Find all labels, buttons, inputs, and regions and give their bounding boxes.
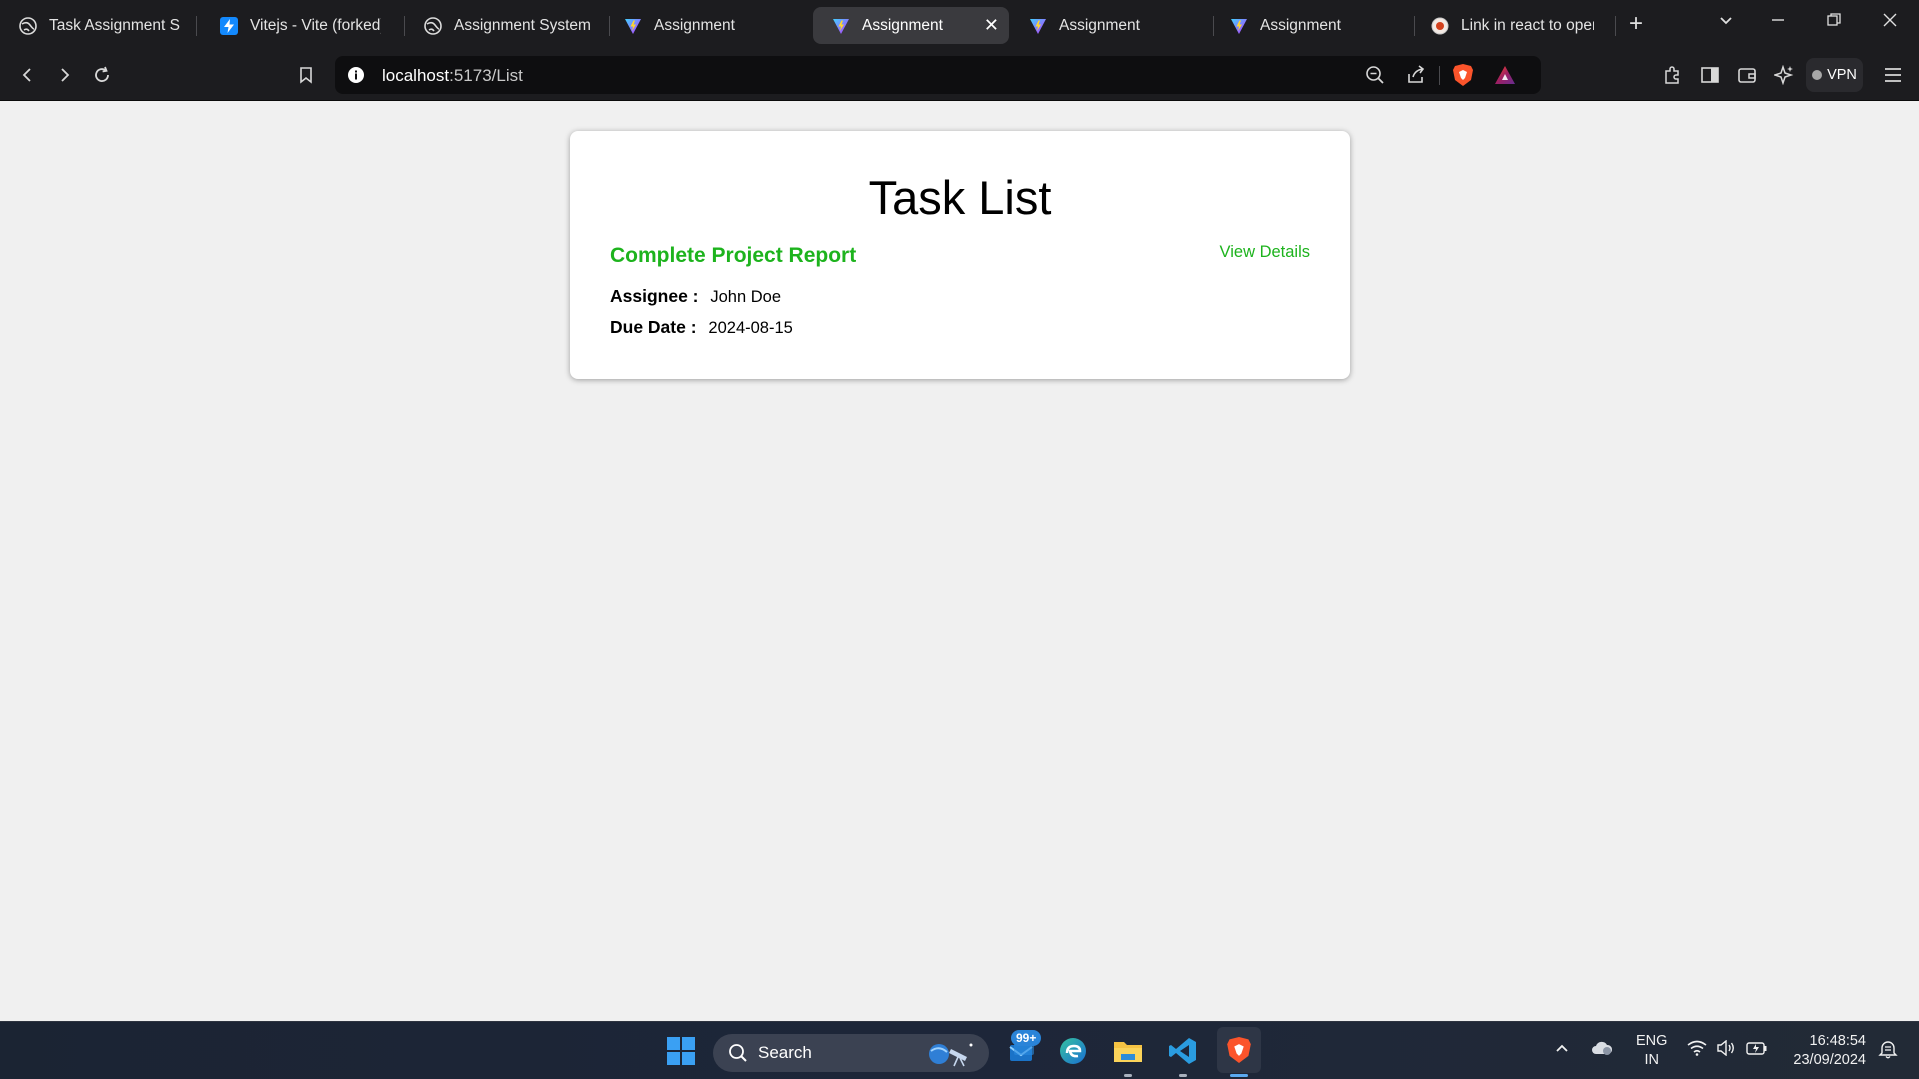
stackblitz-bolt-icon <box>220 16 238 35</box>
vite-icon <box>1029 17 1047 35</box>
tab-assignment-2[interactable]: Assignment <box>1010 7 1205 44</box>
search-highlight-telescope-icon <box>923 1039 979 1072</box>
tab-title: Assignment <box>1260 16 1341 34</box>
toolbar-separator <box>1439 66 1440 85</box>
mail-badge: 99+ <box>1011 1030 1042 1046</box>
due-date-value: 2024-08-15 <box>708 319 793 337</box>
back-button[interactable] <box>15 62 41 88</box>
assignee-row: Assignee : John Doe <box>610 286 781 307</box>
sidebar-icon[interactable] <box>1697 62 1723 88</box>
tab-separator <box>1615 16 1616 36</box>
tab-task-assignment-system[interactable]: Task Assignment Syst <box>0 7 190 44</box>
reload-button[interactable] <box>89 62 115 88</box>
address-bar[interactable]: localhost:5173/List <box>335 56 1541 94</box>
leo-ai-icon[interactable] <box>1771 62 1797 88</box>
language-code: ENG <box>1636 1033 1668 1049</box>
site-info-icon[interactable] <box>347 66 365 89</box>
vscode-open-indicator <box>1179 1074 1187 1077</box>
due-date-label: Due Date : <box>610 317 697 337</box>
globe-icon <box>424 16 442 35</box>
url-host: localhost <box>382 66 450 85</box>
show-hidden-icons-chevron-up-icon[interactable] <box>1554 1040 1570 1060</box>
forward-button[interactable] <box>51 62 77 88</box>
file-explorer-icon[interactable] <box>1108 1031 1148 1071</box>
tab-title: Assignment <box>654 16 735 34</box>
assignee-value: John Doe <box>710 288 782 306</box>
tab-assignment-3[interactable]: Assignment <box>1211 7 1406 44</box>
page-title: Task List <box>868 171 1052 224</box>
new-tab-button[interactable]: + <box>1629 10 1643 38</box>
restore-window-button[interactable] <box>1826 12 1842 33</box>
tab-title: Assignment System <box>454 16 590 34</box>
view-details-link[interactable]: View Details <box>1220 243 1310 262</box>
browser-tab-bar: Task Assignment Syst Vitejs - Vite (fork… <box>0 0 1919 50</box>
onedrive-cloud-icon[interactable] <box>1590 1039 1614 1061</box>
vite-icon <box>832 17 850 35</box>
tab-title: Link in react to open <box>1461 16 1594 34</box>
menu-icon[interactable] <box>1880 62 1906 88</box>
close-tab-icon[interactable]: ✕ <box>974 15 999 36</box>
brave-rewards-icon[interactable] <box>1492 62 1518 88</box>
taskbar-search-box[interactable]: Search <box>713 1034 989 1072</box>
vite-icon <box>1230 17 1248 35</box>
task-list-card: Task List Complete Project Report View D… <box>570 131 1350 379</box>
close-window-button[interactable] <box>1882 12 1898 33</box>
tab-separator <box>196 16 197 36</box>
tab-title: Assignment <box>862 16 943 34</box>
vscode-icon[interactable] <box>1163 1031 1203 1071</box>
tab-link-in-react[interactable]: Link in react to open <box>1412 7 1604 44</box>
edge-browser-icon[interactable] <box>1053 1031 1093 1071</box>
start-windows-icon[interactable] <box>661 1031 701 1071</box>
language-indicator[interactable]: ENG IN <box>1636 1032 1667 1070</box>
clock-time: 16:48:54 <box>1809 1033 1866 1049</box>
share-icon[interactable] <box>1403 62 1429 88</box>
clock-date: 23/09/2024 <box>1793 1052 1866 1068</box>
vpn-button[interactable]: VPN <box>1806 58 1863 92</box>
assignee-label: Assignee : <box>610 286 699 306</box>
url-path: :5173/List <box>449 66 523 85</box>
globe-icon <box>19 16 37 35</box>
notification-bell-icon[interactable] <box>1878 1039 1898 1063</box>
minimize-window-button[interactable] <box>1770 12 1786 33</box>
volume-icon[interactable] <box>1716 1039 1736 1060</box>
zoom-icon[interactable] <box>1362 62 1388 88</box>
wallet-icon[interactable] <box>1734 62 1760 88</box>
task-title: Complete Project Report <box>610 244 857 267</box>
explorer-open-indicator <box>1124 1074 1132 1077</box>
url-text[interactable]: localhost:5173/List <box>382 66 523 86</box>
tab-assignment-1[interactable]: Assignment <box>605 7 800 44</box>
browser-toolbar: localhost:5173/List VPN <box>0 50 1919 101</box>
tab-assignment-active[interactable]: Assignment ✕ <box>813 7 1009 44</box>
due-date-row: Due Date : 2024-08-15 <box>610 317 793 338</box>
tab-title: Assignment <box>1059 16 1140 34</box>
windows-taskbar: Search 99+ ENG IN 16:48:54 23/09/2024 <box>0 1021 1919 1079</box>
battery-charging-icon[interactable] <box>1746 1040 1768 1060</box>
clock[interactable]: 16:48:54 23/09/2024 <box>1781 1032 1866 1070</box>
extensions-icon[interactable] <box>1659 62 1685 88</box>
page-viewport: Task List Complete Project Report View D… <box>0 101 1919 1021</box>
tab-vitejs-vite-forked[interactable]: Vitejs - Vite (forked) <box>201 7 391 44</box>
brave-taskbar-icon[interactable] <box>1217 1027 1261 1073</box>
tab-title: Task Assignment Syst <box>49 16 180 34</box>
brave-active-indicator <box>1230 1074 1248 1077</box>
tab-assignment-system[interactable]: Assignment System <box>405 7 600 44</box>
search-icon <box>728 1043 748 1063</box>
brave-shields-icon[interactable] <box>1450 62 1476 88</box>
search-label: Search <box>758 1043 812 1062</box>
vpn-label: VPN <box>1827 67 1857 83</box>
vpn-status-icon <box>1812 70 1823 80</box>
tab-title: Vitejs - Vite (forked) <box>250 16 381 34</box>
bookmark-icon[interactable] <box>293 62 319 88</box>
record-icon <box>1431 17 1449 35</box>
wifi-icon[interactable] <box>1687 1040 1707 1060</box>
tab-list-chevron-down-icon[interactable] <box>1718 12 1734 33</box>
vite-icon <box>624 17 642 35</box>
region-code: IN <box>1644 1052 1659 1068</box>
